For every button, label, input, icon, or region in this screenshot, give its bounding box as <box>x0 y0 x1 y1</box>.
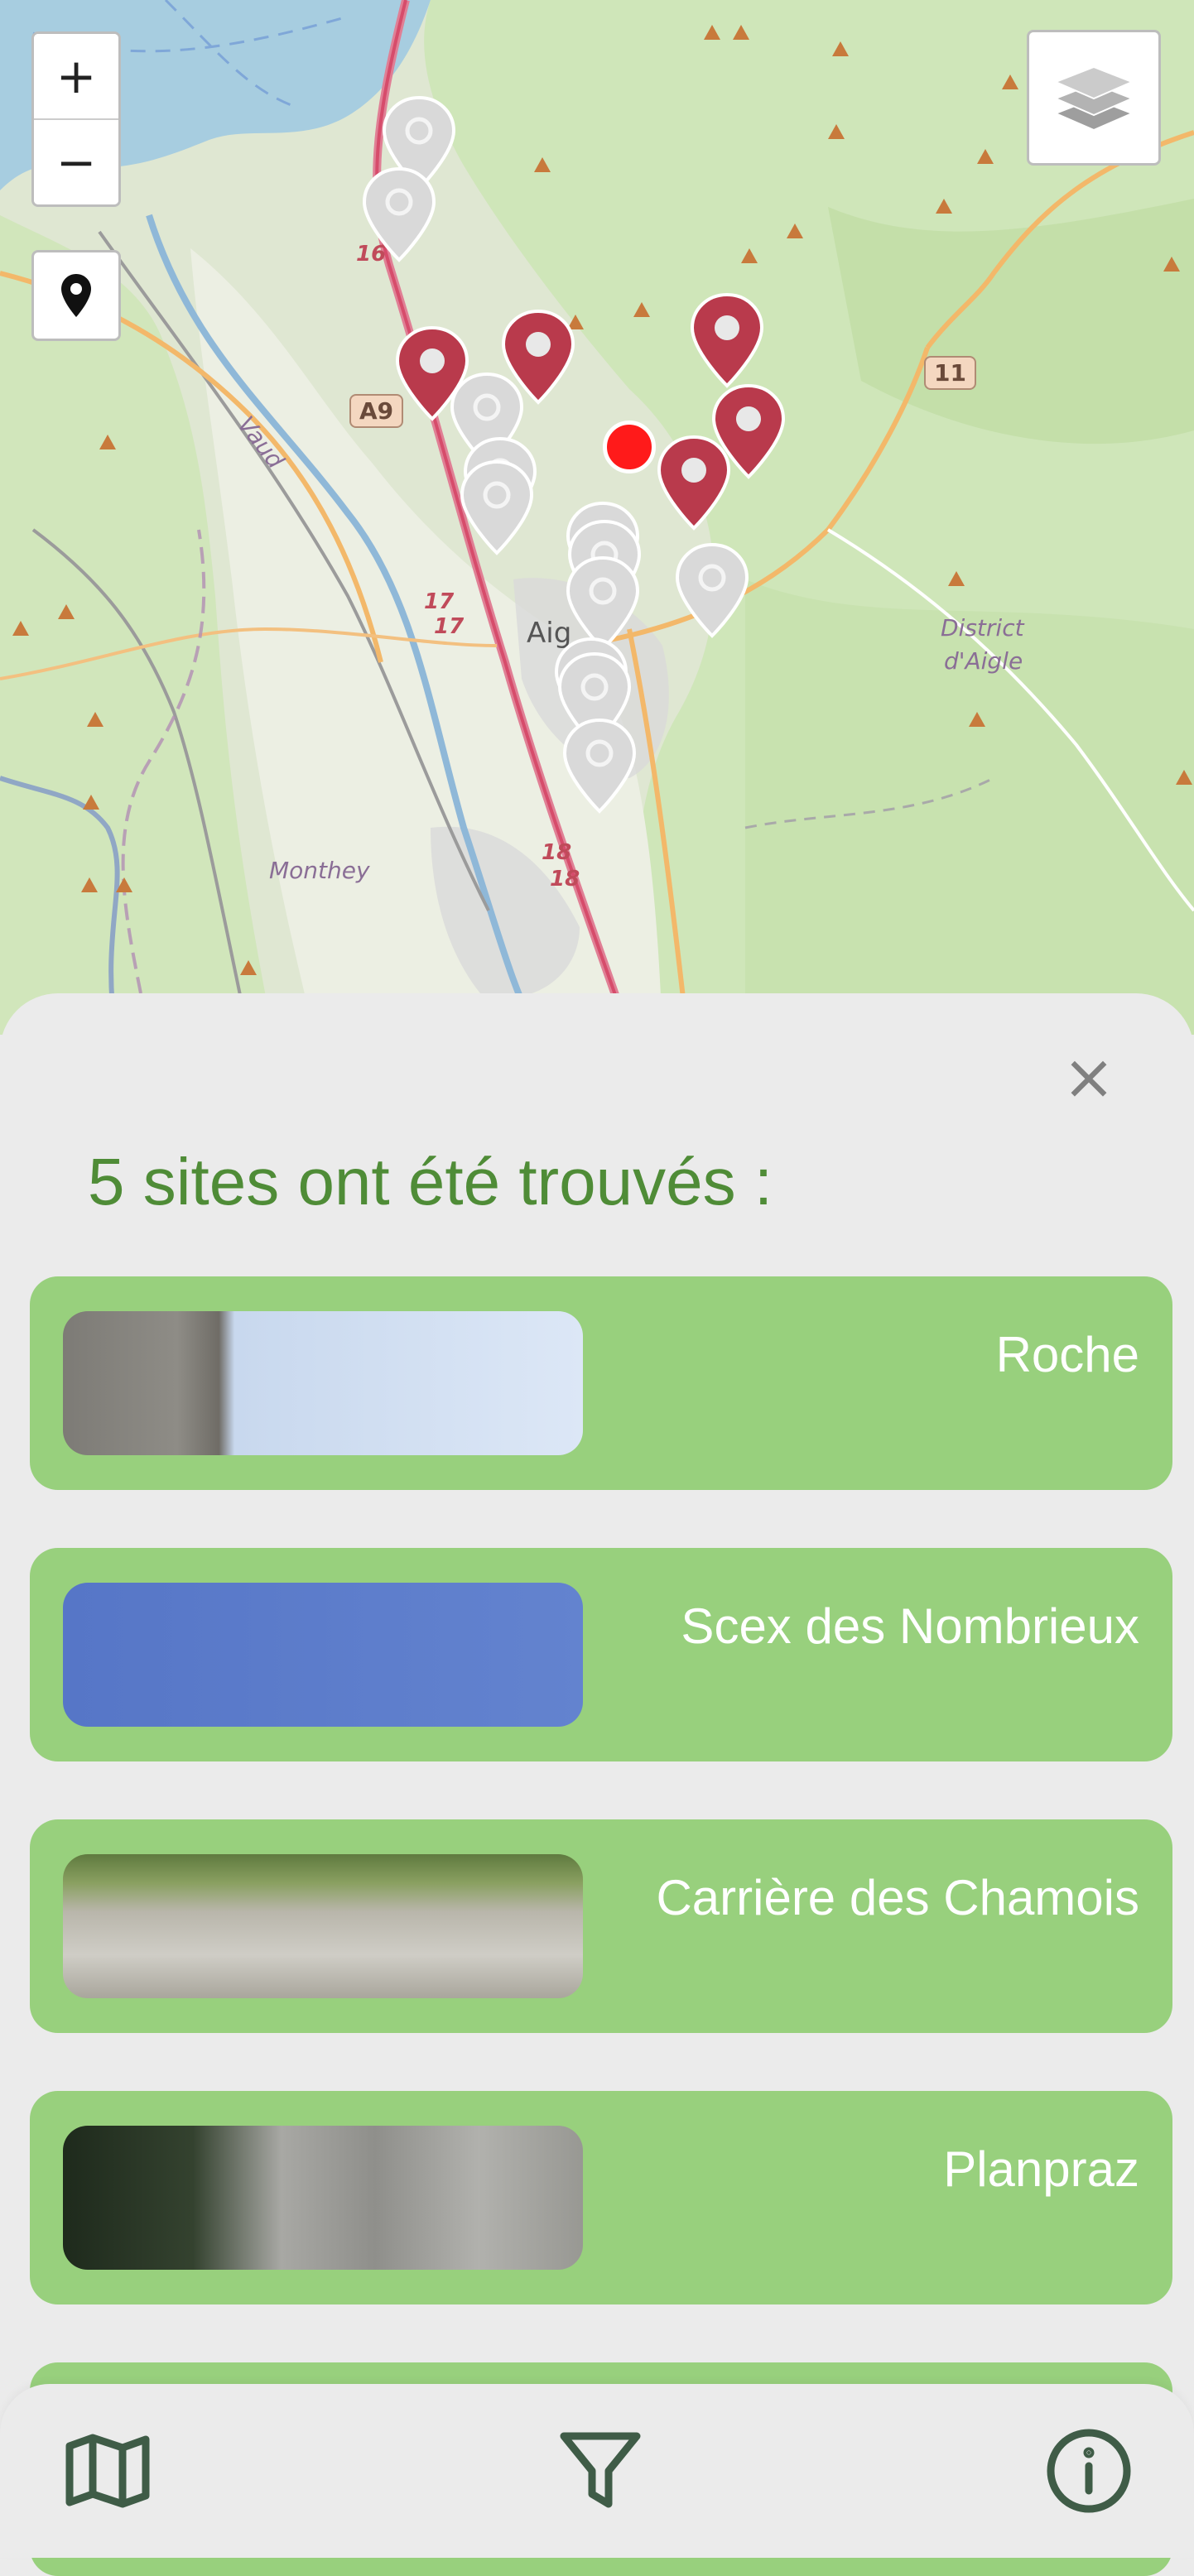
site-marker-active[interactable] <box>654 429 734 536</box>
locate-control <box>31 250 121 341</box>
results-title: 5 sites ont été trouvés : <box>88 1145 773 1218</box>
results-sheet: × 5 sites ont été trouvés : Roche Scex d… <box>0 993 1194 2576</box>
nav-filter-button[interactable] <box>555 2425 646 2516</box>
map-icon <box>65 2434 150 2508</box>
zoom-out-button[interactable]: − <box>34 118 118 204</box>
nav-info-button[interactable] <box>1043 2425 1134 2516</box>
map-label-daigle: d'Aigle <box>944 647 1023 675</box>
road-number: 18 <box>542 840 572 865</box>
road-number: 17 <box>434 614 465 639</box>
site-thumbnail <box>63 2126 583 2270</box>
zoom-control: + − <box>31 31 121 207</box>
site-marker-inactive[interactable] <box>457 454 537 561</box>
road-number: 17 <box>424 589 455 614</box>
layers-control <box>1027 30 1161 166</box>
nav-map-button[interactable] <box>62 2425 153 2516</box>
site-name: Roche <box>995 1327 1139 1382</box>
layers-button[interactable] <box>1029 32 1158 163</box>
close-button[interactable]: × <box>1056 1040 1122 1113</box>
road-shield-11: 11 <box>924 356 976 390</box>
road-number: 18 <box>550 867 580 892</box>
site-thumbnail <box>63 1854 583 1998</box>
site-card[interactable]: Roche <box>30 1276 1172 1490</box>
site-name: Scex des Nombrieux <box>681 1598 1139 1654</box>
site-thumbnail <box>63 1583 583 1727</box>
map-label-district: District <box>941 614 1024 642</box>
zoom-in-button[interactable]: + <box>34 34 118 118</box>
site-card[interactable]: Carrière des Chamois <box>30 1819 1172 2033</box>
map-label-monthey: Monthey <box>269 857 370 884</box>
info-icon <box>1047 2429 1131 2513</box>
site-card[interactable]: Planpraz <box>30 2091 1172 2304</box>
user-location-dot <box>603 421 656 473</box>
map-view[interactable]: Vaud Monthey District d'Aigle Aig A9 11 … <box>0 0 1194 1035</box>
filter-icon <box>560 2432 641 2508</box>
site-marker-active[interactable] <box>498 303 578 411</box>
site-marker-inactive[interactable] <box>560 712 639 819</box>
site-marker-active[interactable] <box>392 320 472 427</box>
locate-button[interactable] <box>34 252 118 339</box>
site-name: Planpraz <box>943 2141 1139 2197</box>
site-card[interactable]: Scex des Nombrieux <box>30 1548 1172 1761</box>
site-name: Carrière des Chamois <box>656 1870 1139 1925</box>
bottom-navigation <box>0 2384 1194 2558</box>
location-pin-icon <box>61 274 91 317</box>
site-marker-inactive[interactable] <box>672 536 752 644</box>
layers-icon <box>1054 65 1134 132</box>
site-marker-inactive[interactable] <box>359 161 439 268</box>
site-thumbnail <box>63 1311 583 1455</box>
